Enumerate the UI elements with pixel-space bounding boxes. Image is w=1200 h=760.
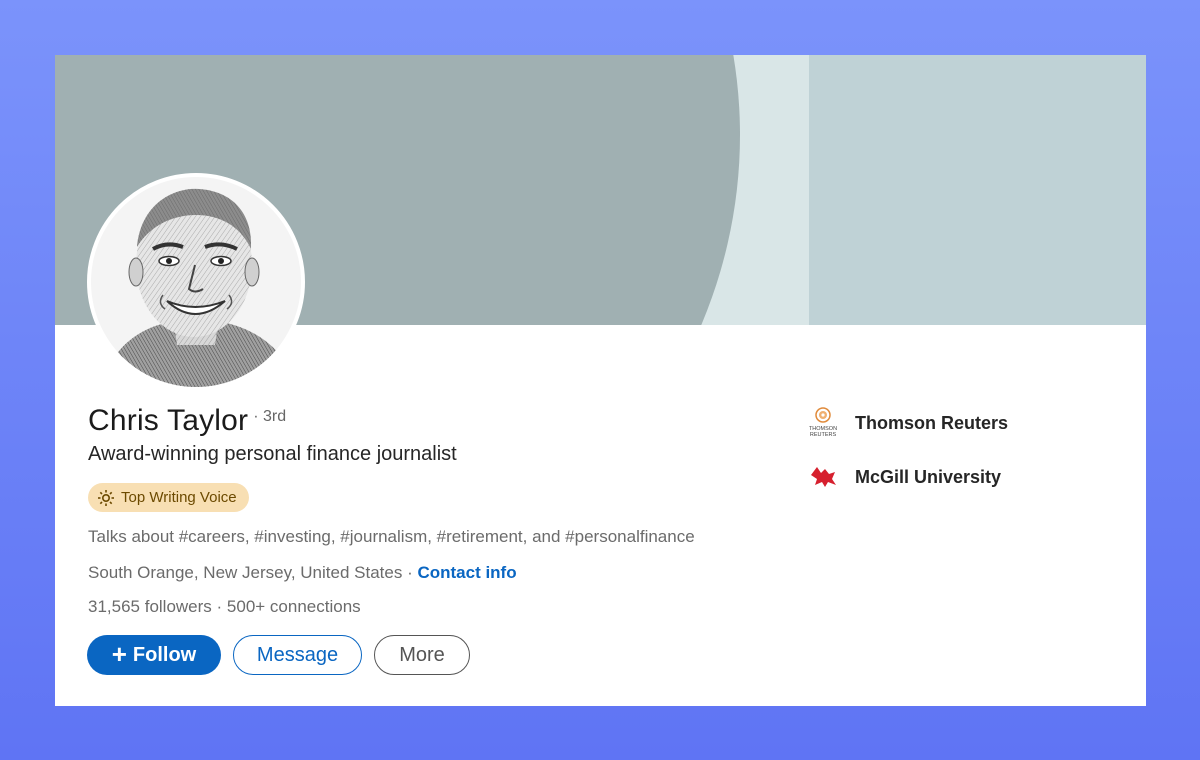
more-label: More [399,643,445,666]
connections-count: · 500+ connections [211,597,361,616]
top-voice-badge[interactable]: Top Writing Voice [88,483,249,512]
avatar-portrait-image [91,177,301,387]
bulb-icon [96,488,116,508]
talks-about-text: Talks about #careers, #investing, #journ… [88,527,695,546]
profile-name: Chris Taylor [88,404,249,437]
more-button[interactable]: More [374,635,470,675]
location-row: South Orange, New Jersey, United States … [88,563,517,583]
name-row: Chris Taylor · 3rd [88,404,286,438]
profile-headline: Award-winning personal finance journalis… [88,443,457,465]
message-button[interactable]: Message [233,635,362,675]
experience-education-list: THOMSON REUTERS Thomson Reuters McGill U… [803,403,1008,511]
follow-button[interactable]: + Follow [87,635,221,675]
location-text: South Orange, New Jersey, United States [88,563,403,582]
thomson-logo-text-2: REUTERS [810,432,837,438]
stats-row: 31,565 followers · 500+ connections [88,597,361,617]
location-separator: · [402,563,418,582]
action-buttons: + Follow Message More [87,635,482,675]
thomson-reuters-logo-icon: THOMSON REUTERS [803,403,843,443]
connection-degree: · 3rd [253,408,287,425]
sidebar-item-label: McGill University [855,466,1002,487]
avatar[interactable] [87,173,305,391]
mcgill-logo-icon [803,457,843,497]
sidebar-item-thomson-reuters[interactable]: THOMSON REUTERS Thomson Reuters [803,403,1008,443]
follow-label: Follow [132,643,197,666]
message-label: Message [256,643,339,666]
profile-card: Chris Taylor · 3rd Award-winning persona… [55,55,1146,706]
followers-count[interactable]: 31,565 followers [88,597,212,616]
badge-label: Top Writing Voice [121,489,237,506]
contact-info-link[interactable]: Contact info [417,563,516,582]
sidebar-item-label: Thomson Reuters [855,412,1009,433]
plus-icon: + [111,639,127,669]
sidebar-item-mcgill-university[interactable]: McGill University [803,457,1008,497]
